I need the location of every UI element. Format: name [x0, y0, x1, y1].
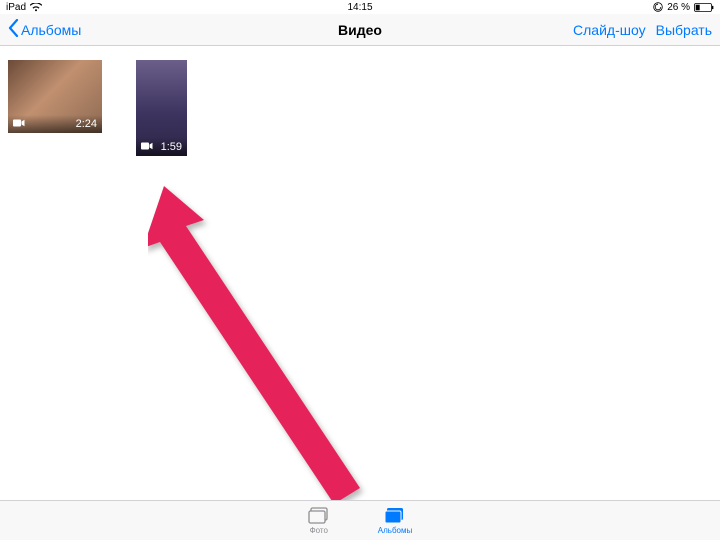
annotation-arrow: [148, 186, 378, 521]
tab-bar: Фото Альбомы: [0, 500, 720, 540]
clock: 14:15: [347, 2, 372, 13]
tab-label: Фото: [310, 526, 328, 535]
rotation-lock-icon: [653, 2, 663, 12]
tab-photos[interactable]: Фото: [308, 507, 330, 535]
video-icon: [141, 141, 153, 153]
chevron-left-icon: [8, 19, 19, 40]
device-label: iPad: [6, 2, 26, 13]
video-grid: 2:24 1:59: [0, 46, 720, 500]
select-button[interactable]: Выбрать: [656, 22, 712, 38]
back-button[interactable]: Альбомы: [8, 19, 81, 40]
photos-icon: [308, 507, 330, 525]
nav-bar: Альбомы Видео Слайд-шоу Выбрать: [0, 14, 720, 46]
video-thumbnail[interactable]: 1:59: [136, 60, 187, 156]
tab-albums[interactable]: Альбомы: [378, 507, 412, 535]
wifi-icon: [30, 3, 42, 12]
video-duration: 1:59: [161, 141, 182, 153]
battery-percent: 26 %: [667, 2, 690, 13]
page-title: Видео: [338, 22, 382, 38]
video-thumbnail[interactable]: 2:24: [8, 60, 102, 133]
slideshow-button[interactable]: Слайд-шоу: [573, 22, 646, 38]
tab-label: Альбомы: [378, 526, 412, 535]
status-bar: iPad 14:15 26 %: [0, 0, 720, 14]
battery-icon: [694, 3, 714, 12]
albums-icon: [384, 507, 406, 525]
back-label: Альбомы: [21, 22, 81, 38]
video-duration: 2:24: [76, 118, 97, 130]
video-icon: [13, 118, 25, 130]
